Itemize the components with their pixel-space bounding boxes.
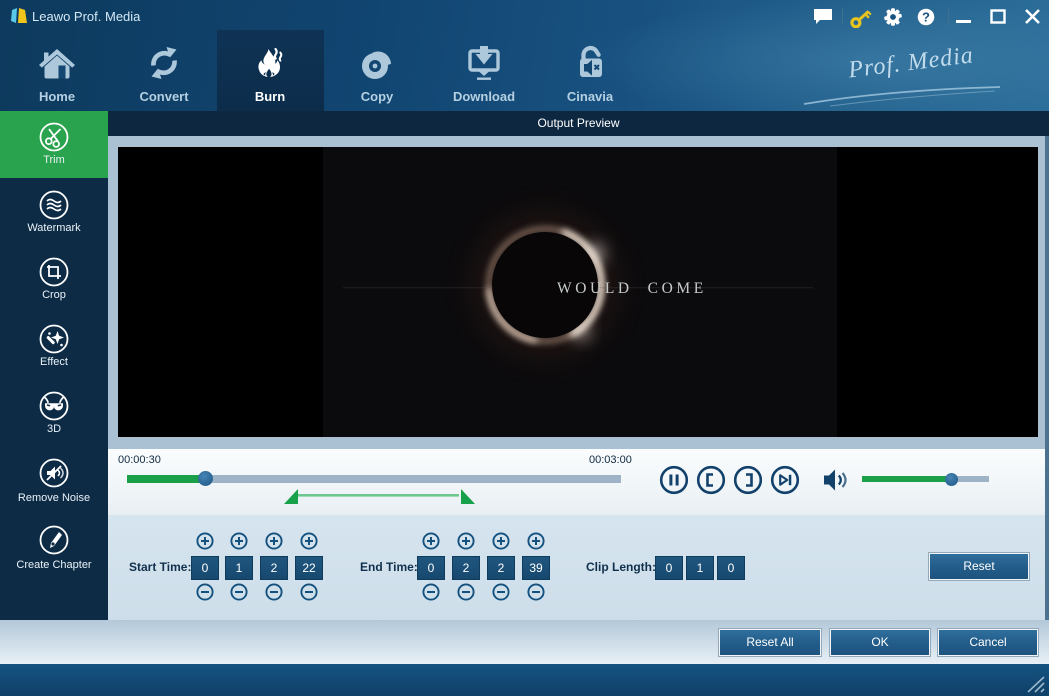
svg-text:WOULD COME: WOULD COME: [557, 280, 707, 297]
svg-text:?: ?: [922, 10, 930, 25]
